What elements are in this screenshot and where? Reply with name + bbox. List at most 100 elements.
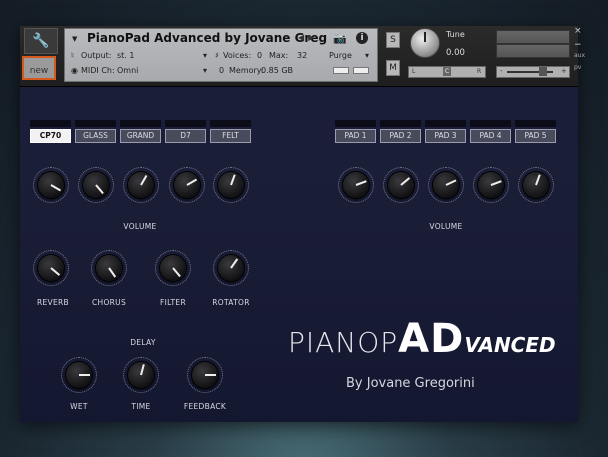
piano-indicator-1 xyxy=(30,120,71,127)
pad-button-1[interactable]: PAD 1 xyxy=(335,129,376,143)
pad-button-3[interactable]: PAD 3 xyxy=(425,129,466,143)
tune-knob[interactable] xyxy=(410,28,440,58)
memory-bar-2 xyxy=(353,67,369,74)
purge-menu[interactable]: Purge xyxy=(329,51,352,60)
instrument-header: 🔧 new ▼ PianoPad Advanced by Jovane Greg… xyxy=(20,26,585,87)
wet-label: WET xyxy=(70,402,88,411)
delay-wet-knob[interactable] xyxy=(61,357,97,393)
tune-value: 0.00 xyxy=(446,48,465,58)
piano-indicator-4 xyxy=(165,120,206,127)
time-label: TIME xyxy=(131,402,151,411)
tune-label: Tune xyxy=(446,30,465,39)
piano-volume-knob-1[interactable] xyxy=(33,167,69,203)
logo-part-vanced: VANCED xyxy=(464,333,556,357)
pad-volume-knob-3[interactable] xyxy=(428,167,464,203)
pad-volume-knob-4[interactable] xyxy=(473,167,509,203)
feedback-label: FEEDBACK xyxy=(183,402,227,411)
pv-label[interactable]: pv xyxy=(574,64,581,71)
reverb-knob[interactable] xyxy=(33,250,69,286)
pad-indicator-1 xyxy=(335,120,376,127)
logo-part-pianop: PIANOP xyxy=(288,326,399,359)
new-label: new xyxy=(29,66,49,76)
midi-dropdown-icon[interactable]: ▾ xyxy=(203,66,207,75)
piano-volume-knob-4[interactable] xyxy=(169,167,205,203)
pan-slider[interactable]: L C R xyxy=(408,66,486,78)
rotator-knob[interactable] xyxy=(213,250,249,286)
voices-value: 0 xyxy=(257,51,263,60)
piano-indicator-5 xyxy=(210,120,251,127)
output-icon: ♮ xyxy=(71,51,74,60)
pad-volume-knob-2[interactable] xyxy=(383,167,419,203)
midi-label: MIDI Ch: xyxy=(81,66,115,75)
pad-indicator-5 xyxy=(515,120,556,127)
piano-volume-knob-2[interactable] xyxy=(78,167,114,203)
pan-center-label: C xyxy=(445,68,450,75)
vol-plus: + xyxy=(561,67,567,75)
memory-value: 0.85 GB xyxy=(261,66,294,75)
camera-icon[interactable]: 📷 xyxy=(333,32,347,45)
piano-button-glass[interactable]: GLASS xyxy=(75,129,116,143)
pad-button-2[interactable]: PAD 2 xyxy=(380,129,421,143)
solo-button[interactable]: S xyxy=(386,32,400,48)
max-label: Max: xyxy=(269,51,289,60)
logo-byline: By Jovane Gregorini xyxy=(346,376,475,391)
pad-volume-label: VOLUME xyxy=(429,222,463,231)
midi-icon: ◉ xyxy=(71,66,78,75)
piano-button-cp70[interactable]: CP70 xyxy=(30,129,71,143)
filter-knob[interactable] xyxy=(155,250,191,286)
pad-indicator-2 xyxy=(380,120,421,127)
delay-time-knob[interactable] xyxy=(123,357,159,393)
kontakt-instrument-panel: 🔧 new ▼ PianoPad Advanced by Jovane Greg… xyxy=(20,26,585,422)
output-dropdown-icon[interactable]: ▾ xyxy=(203,51,207,60)
midi-value[interactable]: Omni xyxy=(117,66,138,75)
output-label: Output: xyxy=(81,51,112,60)
aux-label[interactable]: aux xyxy=(574,52,585,59)
new-badge[interactable]: new xyxy=(22,56,56,80)
mute-button[interactable]: M xyxy=(386,60,400,76)
voices-icon: ♯ xyxy=(215,51,219,60)
filter-label: FILTER xyxy=(159,298,186,307)
wrench-icon[interactable]: 🔧 xyxy=(24,28,58,54)
piano-button-felt[interactable]: FELT xyxy=(210,129,251,143)
pianopad-advanced-logo: PIANOPADVANCED xyxy=(288,316,556,362)
piano-volume-knob-5[interactable] xyxy=(213,167,249,203)
memory-label: Memory: xyxy=(229,66,264,75)
pad-volume-knob-1[interactable] xyxy=(338,167,374,203)
level-meter-left xyxy=(496,30,570,44)
instrument-title[interactable]: PianoPad Advanced by Jovane Greg xyxy=(87,31,327,45)
collapse-triangle-icon[interactable]: ▼ xyxy=(72,35,77,43)
info-icon[interactable]: i xyxy=(356,32,368,44)
rotator-label: ROTATOR xyxy=(212,298,250,307)
delay-feedback-knob[interactable] xyxy=(187,357,223,393)
vol-minus: - xyxy=(500,67,503,75)
delay-label: DELAY xyxy=(130,338,156,347)
memory-count: 0 xyxy=(219,66,225,75)
piano-indicator-2 xyxy=(75,120,116,127)
pan-left-label: L xyxy=(412,68,416,75)
piano-button-grand[interactable]: GRAND xyxy=(120,129,161,143)
minimize-icon[interactable]: − xyxy=(574,40,582,50)
pad-button-5[interactable]: PAD 5 xyxy=(515,129,556,143)
purge-dropdown-icon[interactable]: ▾ xyxy=(365,51,369,60)
pad-indicator-3 xyxy=(425,120,466,127)
pad-button-4[interactable]: PAD 4 xyxy=(470,129,511,143)
memory-bar-1 xyxy=(333,67,349,74)
piano-button-d7[interactable]: D7 xyxy=(165,129,206,143)
pan-right-label: R xyxy=(477,68,482,75)
volume-handle[interactable] xyxy=(539,67,547,76)
max-value[interactable]: 32 xyxy=(297,51,307,60)
prev-next-instrument-arrows[interactable]: ◀▶ xyxy=(298,33,318,42)
volume-slider[interactable]: - + xyxy=(496,66,570,78)
output-value[interactable]: st. 1 xyxy=(117,51,134,60)
pad-indicator-4 xyxy=(470,120,511,127)
chorus-label: CHORUS xyxy=(91,298,127,307)
piano-indicator-3 xyxy=(120,120,161,127)
piano-volume-knob-3[interactable] xyxy=(123,167,159,203)
reverb-label: REVERB xyxy=(37,298,69,307)
level-meter-right xyxy=(496,44,570,58)
piano-volume-label: VOLUME xyxy=(123,222,157,231)
logo-part-ad: AD xyxy=(398,316,465,362)
pad-volume-knob-5[interactable] xyxy=(518,167,554,203)
close-icon[interactable]: × xyxy=(574,26,582,36)
chorus-knob[interactable] xyxy=(91,250,127,286)
